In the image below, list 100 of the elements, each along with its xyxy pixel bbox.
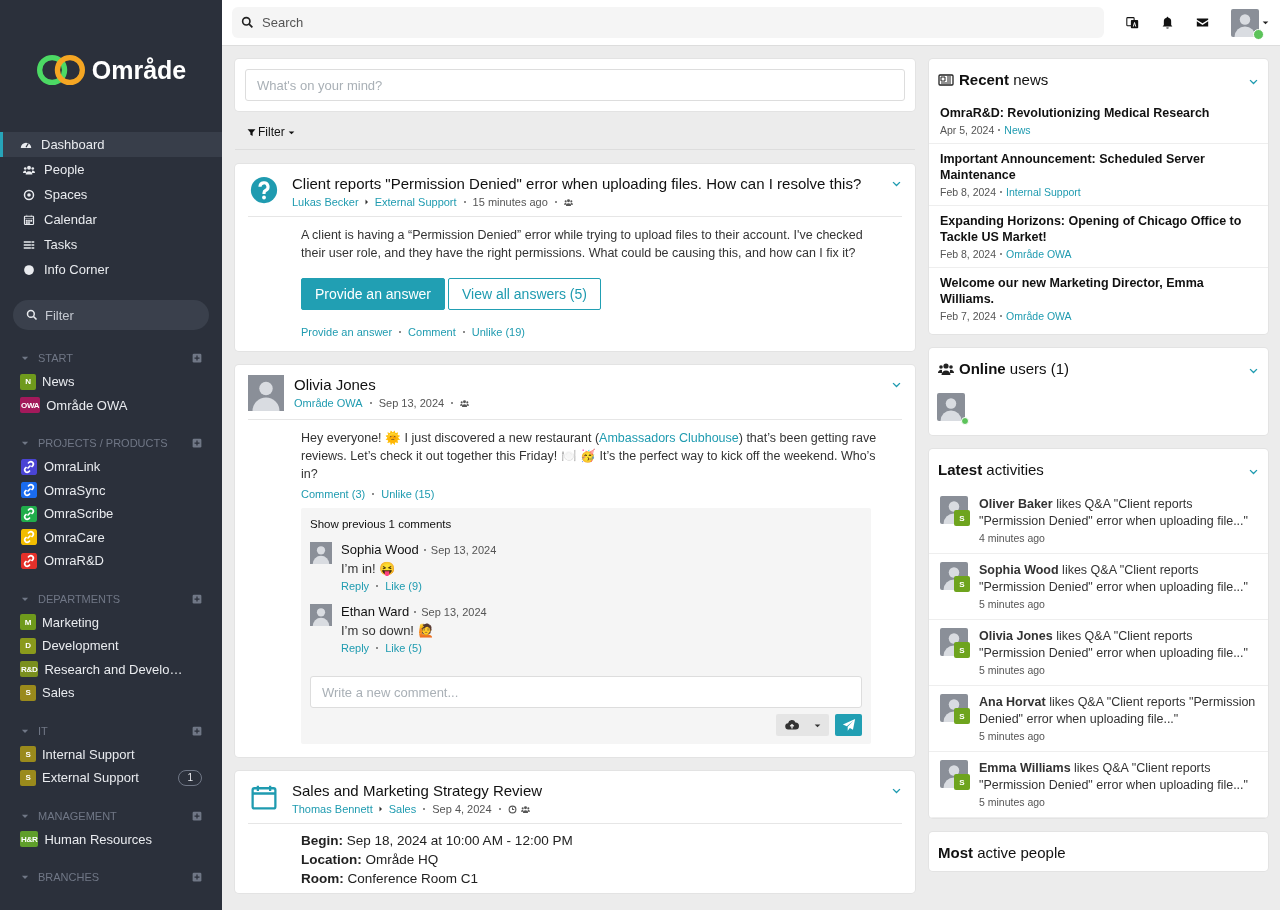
activity-text: Olivia Jones likes Q&A "Client reports "Permission Denied" error when uploading file..." — [979, 628, 1249, 662]
user-avatar[interactable] — [937, 393, 965, 421]
search-field[interactable]: Search — [232, 7, 1104, 38]
logo-rings-icon — [35, 54, 86, 86]
add-icon[interactable] — [192, 872, 202, 882]
event-detail: Location: Område HQ — [301, 852, 440, 867]
space-item[interactable]: OmraR&D — [0, 549, 222, 573]
caret-icon[interactable] — [1261, 18, 1270, 27]
space-item[interactable]: S External Support 1 — [0, 766, 222, 790]
space-item[interactable]: S Sales — [0, 681, 222, 705]
space-item[interactable]: M Marketing — [0, 610, 222, 634]
news-date: Apr 5, 2024 — [940, 124, 995, 136]
news-title[interactable]: Important Announcement: Scheduled Server Maintenance — [940, 151, 1257, 183]
calendar-icon — [23, 213, 35, 226]
space-badge: S — [20, 684, 36, 701]
activity-time: 5 minutes ago — [979, 796, 1046, 808]
comment-text: I’m so down! 🙋 — [341, 623, 435, 638]
space-item[interactable]: OWA Område OWA — [0, 393, 222, 417]
filter-icon — [247, 127, 256, 137]
event-detail: Begin: Sep 18, 2024 at 10:00 AM - 12:00 PM — [301, 833, 574, 848]
space-badge: S — [954, 774, 970, 790]
space-badge: S — [954, 576, 970, 592]
circle-icon — [23, 263, 35, 276]
event-detail: Room: Conference Room C1 — [301, 871, 480, 886]
space-item[interactable]: OmraScribe — [0, 502, 222, 526]
comment-author[interactable]: Ethan Ward — [341, 604, 410, 619]
add-icon[interactable] — [192, 810, 202, 821]
list-icon — [23, 238, 35, 251]
space-item[interactable]: S Internal Support — [0, 742, 222, 766]
commenter-avatar[interactable] — [310, 604, 332, 626]
search-icon — [241, 16, 254, 29]
mail-icon[interactable] — [1196, 16, 1209, 29]
space-badge: S — [954, 642, 970, 658]
news-date: Feb 8, 2024 — [940, 186, 997, 198]
widget-title: Latest activities — [938, 461, 1045, 478]
activity-text: Ana Horvat likes Q&A "Client reports "Permission Denied" error when uploading file..." — [979, 694, 1257, 728]
action-link[interactable]: Unlike (15) — [381, 488, 435, 500]
upload-button[interactable] — [776, 714, 829, 736]
show-previous-link[interactable]: Show previous 1 comments — [310, 518, 862, 530]
commenter-avatar[interactable] — [310, 542, 332, 564]
send-button[interactable] — [835, 714, 862, 736]
activity-time: 5 minutes ago — [979, 664, 1046, 676]
question-icon — [250, 176, 278, 204]
comment-input-field[interactable]: Write a new comment... — [310, 676, 862, 708]
space-badge: S — [20, 769, 36, 786]
paper-plane-icon — [841, 718, 856, 732]
space-item[interactable]: OmraSync — [0, 478, 222, 502]
space-item[interactable]: R&D Research and Develo… — [0, 657, 222, 681]
post-title: Sales and Marketing Strategy Review — [292, 782, 544, 799]
activity-text: Sophia Wood likes Q&A "Client reports "Permission Denied" error when uploading file..." — [979, 562, 1249, 596]
nav-item[interactable]: Calendar — [0, 207, 222, 232]
nav-item[interactable]: Dashboard — [0, 132, 222, 157]
filter-button[interactable]: Filter — [245, 121, 298, 143]
people-icon — [520, 804, 530, 814]
nav-item[interactable]: Info Corner — [0, 257, 222, 282]
space-item[interactable]: N News — [0, 370, 222, 394]
people-icon — [23, 163, 35, 176]
section-title: PROJECTS / PRODUCTS — [38, 437, 169, 449]
news-title[interactable]: Welcome our new Marketing Director, Emma Williams. — [940, 275, 1257, 307]
space-item[interactable]: D Development — [0, 634, 222, 658]
news-title[interactable]: OmraR&D: Revolutionizing Medical Research — [940, 105, 1257, 121]
add-icon[interactable] — [192, 725, 202, 736]
news-date: Feb 7, 2024 — [940, 310, 997, 322]
widget-title: Most active people — [938, 844, 1067, 861]
filter-field[interactable]: Filter — [13, 300, 209, 330]
nav-item[interactable]: Spaces — [0, 182, 222, 207]
post-time: Sep 13, 2024 — [378, 397, 445, 409]
logo-text: Område — [91, 55, 187, 85]
space-badge: N — [20, 373, 36, 390]
people-icon — [563, 197, 573, 207]
space-badge: R&D — [20, 661, 39, 678]
comment-time: Sep 13, 2024 — [421, 605, 487, 618]
space-badge: D — [20, 637, 36, 654]
action-link[interactable]: Unlike (19) — [471, 326, 525, 338]
space-badge: S — [954, 708, 970, 724]
add-icon[interactable] — [192, 438, 202, 448]
section-title: IT — [38, 724, 49, 737]
bell-icon[interactable] — [1161, 16, 1174, 29]
space-item[interactable]: OmraCare — [0, 525, 222, 549]
activity-time: 5 minutes ago — [979, 598, 1046, 610]
activity-time: 4 minutes ago — [979, 532, 1046, 544]
author-avatar[interactable] — [248, 375, 284, 411]
news-title[interactable]: Expanding Horizons: Opening of Chicago Office to Tackle US Market! — [940, 213, 1257, 245]
clock-icon — [507, 804, 517, 814]
newspaper-icon — [938, 71, 954, 88]
post-input-field[interactable]: What's on your mind? — [245, 69, 905, 101]
post-text: A client is having a “Permission Denied” error while trying to upload files to their account. I've checked their user role, and they have the right permissions. What could be causing this, and how can I fix it? — [301, 227, 864, 262]
nav-item[interactable]: Tasks — [0, 232, 222, 257]
comment-author[interactable]: Sophia Wood — [341, 542, 419, 557]
add-icon[interactable] — [192, 353, 202, 363]
search-icon — [26, 309, 38, 321]
add-icon[interactable] — [192, 593, 202, 604]
activity-text: Emma Williams likes Q&A "Client reports "Permission Denied" error when uploading file..." — [979, 760, 1249, 794]
space-item[interactable]: H&R Human Resources — [0, 827, 222, 851]
nav-item[interactable]: People — [0, 157, 222, 182]
space-badge: S — [20, 746, 36, 763]
comment-time: Sep 13, 2024 — [430, 543, 497, 556]
space-item[interactable]: OmraLink — [0, 455, 222, 479]
translate-icon[interactable] — [1126, 16, 1139, 29]
cloud-upload-icon — [785, 718, 799, 732]
